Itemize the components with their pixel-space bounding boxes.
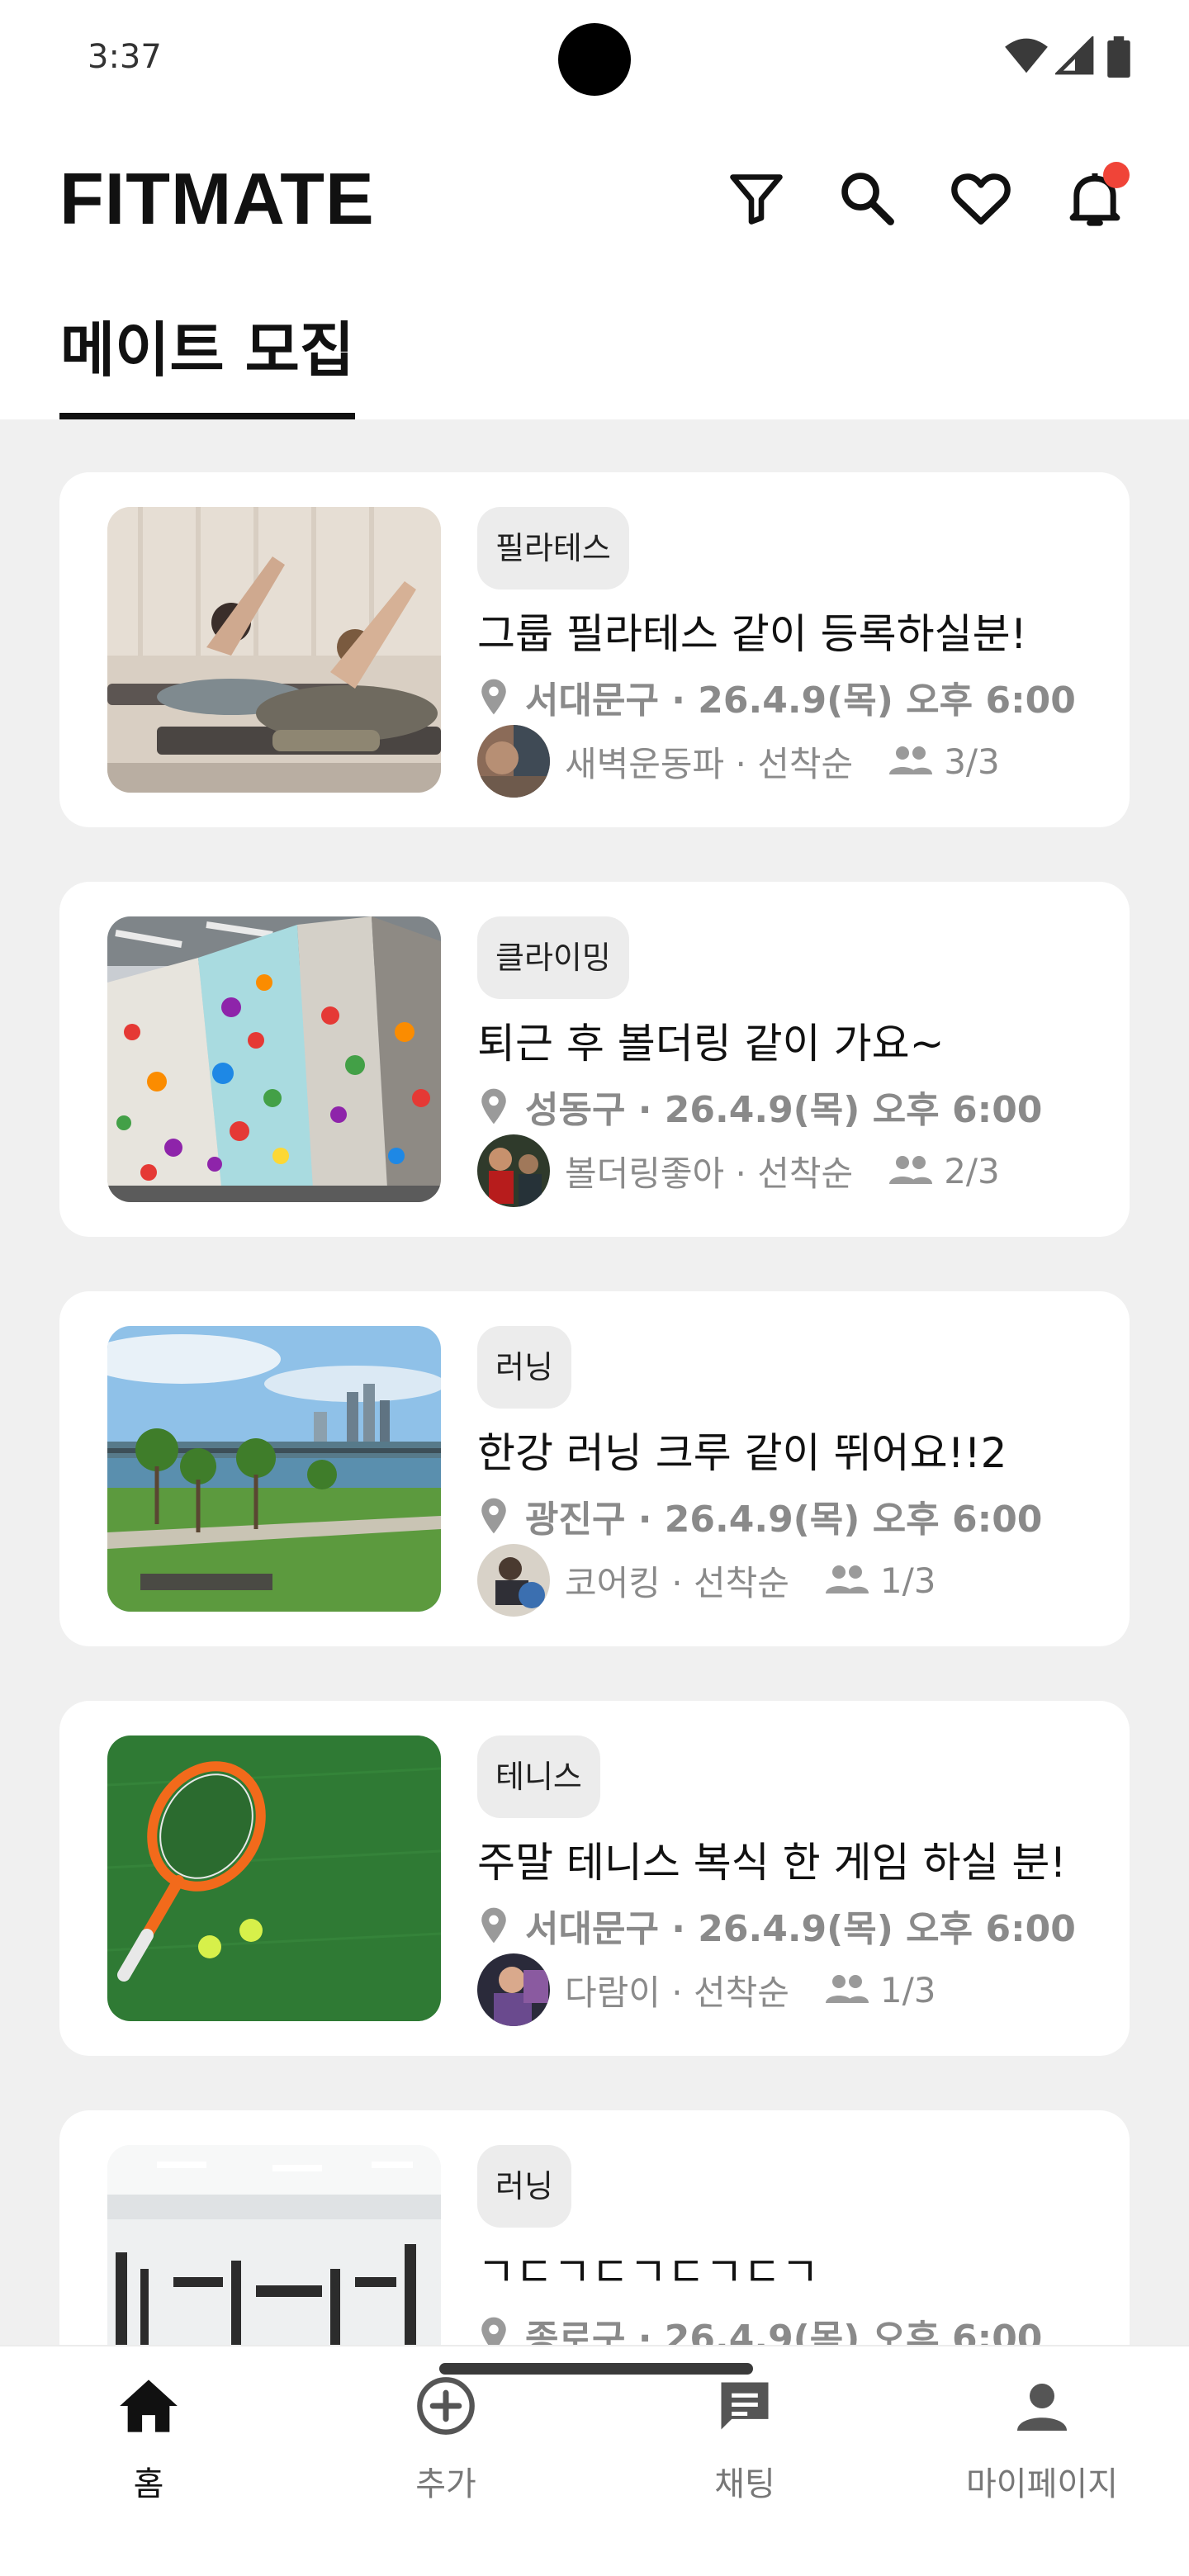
post-location: 종로구 · 26.4.9(목) 오후 6:00 xyxy=(477,2308,1042,2345)
nav-chat[interactable]: 채팅 xyxy=(646,2371,844,2528)
category-tag: 테니스 xyxy=(477,1735,600,1818)
location-text: 성동구 · 26.4.9(목) 오후 6:00 xyxy=(525,1089,1043,1131)
post-feed[interactable]: 필라테스 그룹 필라테스 같이 등록하실분! 서대문구 · 26.4.9(목) … xyxy=(0,419,1189,2345)
nav-add[interactable]: 추가 xyxy=(347,2371,545,2528)
people-icon xyxy=(825,1975,869,2003)
post-location: 서대문구 · 26.4.9(목) 오후 6:00 xyxy=(477,670,1076,723)
post-card[interactable]: 필라테스 그룹 필라테스 같이 등록하실분! 서대문구 · 26.4.9(목) … xyxy=(59,472,1130,827)
battery-icon xyxy=(1107,36,1130,78)
wifi-icon xyxy=(1005,38,1048,73)
home-icon xyxy=(114,2371,183,2441)
nav-mypage[interactable]: 마이페이지 xyxy=(943,2371,1141,2528)
favorites-button[interactable] xyxy=(940,157,1022,239)
post-title: 주말 테니스 복식 한 게임 하실 분! xyxy=(477,1839,1067,1887)
chat-icon xyxy=(710,2371,779,2441)
participant-count: 2/3 xyxy=(889,1151,1000,1191)
post-image xyxy=(107,2145,441,2345)
home-indicator[interactable] xyxy=(439,2363,753,2375)
post-location: 성동구 · 26.4.9(목) 오후 6:00 xyxy=(477,1080,1042,1133)
people-icon xyxy=(825,1565,869,1593)
location-pin-icon xyxy=(481,679,506,715)
post-image xyxy=(107,1735,441,2021)
notification-badge xyxy=(1103,162,1130,188)
tab-label: 메이트 모집 xyxy=(59,315,355,385)
location-text: 광진구 · 26.4.9(목) 오후 6:00 xyxy=(525,1499,1043,1541)
host-text: 다람이 · 선착순 xyxy=(565,1972,789,2013)
host-text: 새벽운동파 · 선착순 xyxy=(565,743,854,784)
search-icon xyxy=(841,173,894,225)
post-card[interactable]: 러닝 한강 러닝 크루 같이 뛰어요!!2 광진구 · 26.4.9(목) 오후… xyxy=(59,1291,1130,1646)
host-row: 볼더링좋아 · 선착순 2/3 xyxy=(477,1134,1000,1207)
people-icon xyxy=(889,746,933,774)
camera-cutout xyxy=(558,23,631,96)
filter-icon xyxy=(730,174,783,225)
nav-home[interactable]: 홈 xyxy=(50,2371,248,2528)
nav-label: 마이페이지 xyxy=(966,2465,1118,2503)
avatar xyxy=(477,1953,550,2026)
category-tag: 클라이밍 xyxy=(477,916,629,999)
participant-count-text: 1/3 xyxy=(879,1560,936,1601)
filter-button[interactable] xyxy=(715,157,798,239)
tab-underline xyxy=(59,413,355,419)
status-bar: 3:37 xyxy=(0,0,1189,124)
post-location: 광진구 · 26.4.9(목) 오후 6:00 xyxy=(477,1489,1042,1542)
location-text: 서대문구 · 26.4.9(목) 오후 6:00 xyxy=(525,680,1076,722)
location-pin-icon xyxy=(481,2317,506,2345)
participant-count-text: 3/3 xyxy=(944,741,1000,782)
app-title: FITMATE xyxy=(59,158,375,239)
tab-row: 메이트 모집 xyxy=(0,281,1189,419)
host-row: 새벽운동파 · 선착순 3/3 xyxy=(477,725,1000,798)
app-bar: FITMATE xyxy=(0,124,1189,281)
category-tag: 러닝 xyxy=(477,1326,571,1409)
avatar xyxy=(477,1544,550,1617)
participant-count-text: 1/3 xyxy=(879,1969,936,2010)
host-text: 볼더링좋아 · 선착순 xyxy=(565,1153,854,1194)
status-icons xyxy=(1004,36,1144,81)
add-circle-icon xyxy=(411,2371,481,2441)
status-time: 3:37 xyxy=(88,38,162,76)
avatar xyxy=(477,1134,550,1207)
post-title: 한강 러닝 크루 같이 뛰어요!!2 xyxy=(477,1429,1007,1477)
location-text: 서대문구 · 26.4.9(목) 오후 6:00 xyxy=(525,1908,1076,1950)
post-title: 그룹 필라테스 같이 등록하실분! xyxy=(477,610,1027,658)
location-pin-icon xyxy=(481,1498,506,1534)
post-card[interactable]: 클라이밍 퇴근 후 볼더링 같이 가요~ 성동구 · 26.4.9(목) 오후 … xyxy=(59,882,1130,1237)
person-icon xyxy=(1007,2371,1077,2441)
post-image xyxy=(107,507,441,793)
cell-signal-icon xyxy=(1055,36,1094,75)
post-location: 서대문구 · 26.4.9(목) 오후 6:00 xyxy=(477,1899,1076,1952)
category-tag: 필라테스 xyxy=(477,507,629,590)
notification-button[interactable] xyxy=(1054,157,1136,239)
post-card[interactable]: 테니스 주말 테니스 복식 한 게임 하실 분! 서대문구 · 26.4.9(목… xyxy=(59,1701,1130,2056)
participant-count-text: 2/3 xyxy=(944,1150,1000,1191)
heart-icon xyxy=(951,173,1011,225)
post-image xyxy=(107,1326,441,1612)
host-text: 코어킹 · 선착순 xyxy=(565,1562,789,1603)
location-pin-icon xyxy=(481,1088,506,1125)
host-row: 다람이 · 선착순 1/3 xyxy=(477,1953,936,2026)
nav-label: 채팅 xyxy=(714,2465,775,2503)
nav-label: 홈 xyxy=(133,2465,164,2503)
post-card[interactable]: 러닝 ㄱㄷㄱㄷㄱㄷㄱㄷㄱ 종로구 · 26.4.9(목) 오후 6:00 xyxy=(59,2110,1130,2345)
post-image xyxy=(107,916,441,1202)
people-icon xyxy=(889,1156,933,1184)
participant-count: 1/3 xyxy=(825,1560,936,1601)
post-title: 퇴근 후 볼더링 같이 가요~ xyxy=(477,1020,945,1068)
tab-mate-recruit[interactable]: 메이트 모집 xyxy=(59,310,355,419)
participant-count: 3/3 xyxy=(889,741,1000,782)
category-tag: 러닝 xyxy=(477,2145,571,2228)
host-row: 코어킹 · 선착순 1/3 xyxy=(477,1544,936,1617)
avatar xyxy=(477,725,550,798)
bottom-nav: 홈 추가 채팅 마이페이지 xyxy=(0,2345,1189,2576)
location-text: 종로구 · 26.4.9(목) 오후 6:00 xyxy=(525,2318,1043,2345)
participant-count: 1/3 xyxy=(825,1969,936,2010)
nav-label: 추가 xyxy=(415,2465,476,2503)
location-pin-icon xyxy=(481,1907,506,1944)
post-title: ㄱㄷㄱㄷㄱㄷㄱㄷㄱ xyxy=(477,2248,819,2296)
search-button[interactable] xyxy=(826,157,908,239)
